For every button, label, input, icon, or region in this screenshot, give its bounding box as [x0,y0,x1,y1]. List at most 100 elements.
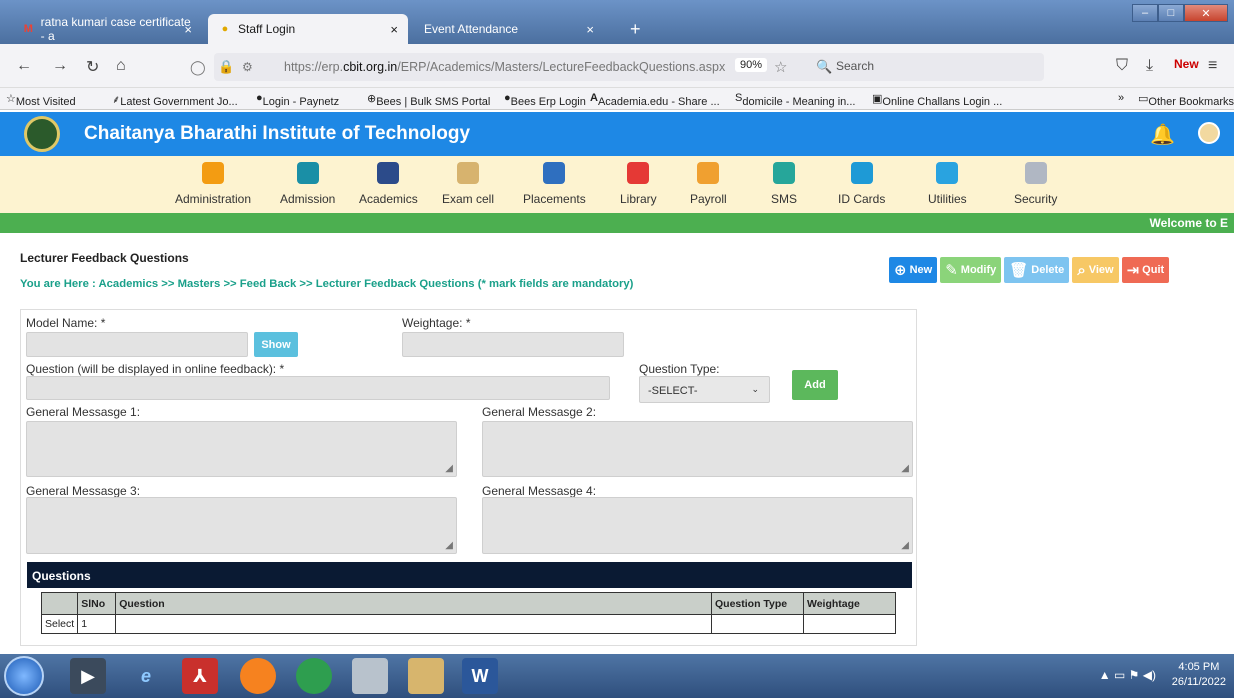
bookmark-overflow-icon[interactable]: » [1118,92,1124,104]
menu-academics[interactable]: Academics [359,162,418,206]
payroll-icon [697,162,720,184]
question-input[interactable] [26,376,610,400]
quit-button[interactable]: ⇥ Quit [1121,257,1170,283]
select-link[interactable]: Select [40,614,79,634]
new-badge-icon[interactable]: New [1174,57,1199,71]
media-player-icon[interactable]: ▶ [70,658,106,694]
model-name-input[interactable] [26,332,248,357]
resize-handle-icon[interactable]: ◢ [445,463,453,474]
bell-icon[interactable]: 🔔 [1150,122,1175,147]
msg2-label: General Messasge 2: [482,405,597,419]
word-icon[interactable]: W [462,658,498,694]
tab-event-attendance[interactable]: Event Attendance × [414,14,604,44]
menu-library[interactable]: Library [620,162,657,206]
id-cards-icon [850,162,873,184]
download-icon[interactable]: ⤓ [1146,57,1153,75]
bookmark-bees-sms[interactable]: ⊕ Bees | Bulk SMS Portal [367,92,490,108]
resize-handle-icon[interactable]: ◢ [901,463,909,474]
calculator-icon[interactable] [352,658,388,694]
edit-icon: ✎ [945,262,958,279]
table-header-row: SlNo Question Question Type Weightage [40,592,896,615]
close-window-icon[interactable]: ✕ [1184,4,1228,22]
close-tab-icon[interactable]: × [586,22,594,37]
permissions-icon[interactable]: ⚙ [242,60,253,74]
bookmark-paynetz[interactable]: ● Login - Paynetz [256,92,339,108]
question-type-select[interactable]: -SELECT- ⌄ [639,376,770,403]
msg4-textarea[interactable]: ◢ [482,497,913,554]
new-button[interactable]: ⊕ New [889,257,938,283]
menu-sms[interactable]: SMS [771,162,797,206]
gmail-icon: M [23,23,33,35]
file-explorer-icon[interactable] [408,658,444,694]
exit-icon: ⇥ [1126,262,1140,279]
msg1-label: General Messasge 1: [26,405,141,419]
bookmark-academia[interactable]: A Academia.edu - Share ... [590,92,720,108]
forward-icon[interactable]: → [52,57,68,75]
menu-admission[interactable]: Admission [280,162,335,206]
firefox-icon[interactable] [240,658,276,694]
other-bookmarks[interactable]: ▭ Other Bookmarks [1138,92,1234,108]
menu-placements[interactable]: Placements [523,162,586,206]
tab-staff-login[interactable]: ● Staff Login × [208,14,408,44]
acrobat-icon[interactable]: ⅄ [182,658,218,694]
view-button[interactable]: ⌕ View [1072,257,1119,283]
search-box[interactable]: 🔍 Search [808,53,1044,81]
resize-handle-icon[interactable]: ◢ [445,540,453,551]
menu-icon[interactable]: ≡ [1208,57,1217,75]
weightage-input[interactable] [402,332,624,357]
bookmark-bees-erp[interactable]: ● Bees Erp Login [504,92,586,108]
star-icon[interactable]: ☆ [774,58,787,76]
question-label: Question (will be displayed in online fe… [26,362,285,376]
security-icon [1024,162,1047,184]
college-logo-icon [24,116,60,152]
bee-icon: ● [221,23,229,35]
close-tab-icon[interactable]: × [390,22,398,37]
tab-gmail[interactable]: M ratna kumari case certificate - a × [12,14,202,44]
start-button[interactable] [4,656,44,696]
delete-button[interactable]: 🗑 Delete [1004,257,1070,283]
pocket-icon[interactable]: ⛉ [1116,57,1128,75]
menu-payroll[interactable]: Payroll [690,162,727,206]
app-title: Chaitanya Bharathi Institute of Technolo… [84,123,471,144]
avatar[interactable] [1198,122,1220,144]
menu-security[interactable]: Security [1014,162,1057,206]
weightage-label: Weightage: * [402,316,471,330]
clock-date: 26/11/2022 [1171,676,1226,688]
zoom-indicator[interactable]: 90% [735,58,768,72]
chrome-icon[interactable] [296,658,332,694]
home-icon[interactable]: ⌂ [116,57,126,75]
maximize-icon[interactable]: □ [1158,4,1184,22]
msg2-textarea[interactable]: ◢ [482,421,913,477]
show-button[interactable]: Show [254,332,298,357]
window-controls: – □ ✕ [1132,4,1228,22]
menu-id-cards[interactable]: ID Cards [838,162,885,206]
menu-exam-cell[interactable]: Exam cell [442,162,494,206]
msg1-textarea[interactable]: ◢ [26,421,457,477]
add-button[interactable]: Add [792,370,838,400]
bookmark-challans[interactable]: ▣ Online Challans Login ... [872,92,1002,108]
internet-explorer-icon[interactable]: e [128,658,164,694]
bookmark-most-visited[interactable]: ☆ Most Visited [6,92,76,108]
questions-table: SlNo Question Question Type Weightage Se… [40,592,896,634]
menu-administration[interactable]: Administration [175,162,251,206]
new-tab-button[interactable]: + [620,14,651,44]
close-tab-icon[interactable]: × [184,22,192,37]
menu-utilities[interactable]: Utilities [928,162,967,206]
taskbar-clock[interactable]: 4:05 PM 26/11/2022 [1172,660,1226,690]
resize-handle-icon[interactable]: ◢ [901,540,909,551]
exam-cell-icon [457,162,479,184]
bookmark-govt-jobs[interactable]: ⸙ Latest Government Jo... [112,92,238,108]
minimize-icon[interactable]: – [1132,4,1158,22]
modify-button[interactable]: ✎ Modify [940,257,1002,283]
browser-tab-bar: M ratna kumari case certificate - a × ● … [0,0,1234,44]
model-name-label: Model Name: * [26,316,106,330]
column-header: Question Type [711,592,804,615]
msg3-label: General Messasge 3: [26,484,141,498]
bookmark-domicile[interactable]: S domicile - Meaning in... [735,92,855,108]
back-icon[interactable]: ← [16,57,32,75]
msg3-textarea[interactable]: ◢ [26,497,457,554]
system-tray-icons[interactable]: ▲ ▭ ⚑ ◀) [1099,668,1156,682]
reload-icon[interactable]: ↻ [86,57,99,77]
module-menu: Administration Admission Academics Exam … [0,156,1234,213]
bookmarks-bar: ☆ Most Visited ⸙ Latest Government Jo...… [0,88,1234,110]
